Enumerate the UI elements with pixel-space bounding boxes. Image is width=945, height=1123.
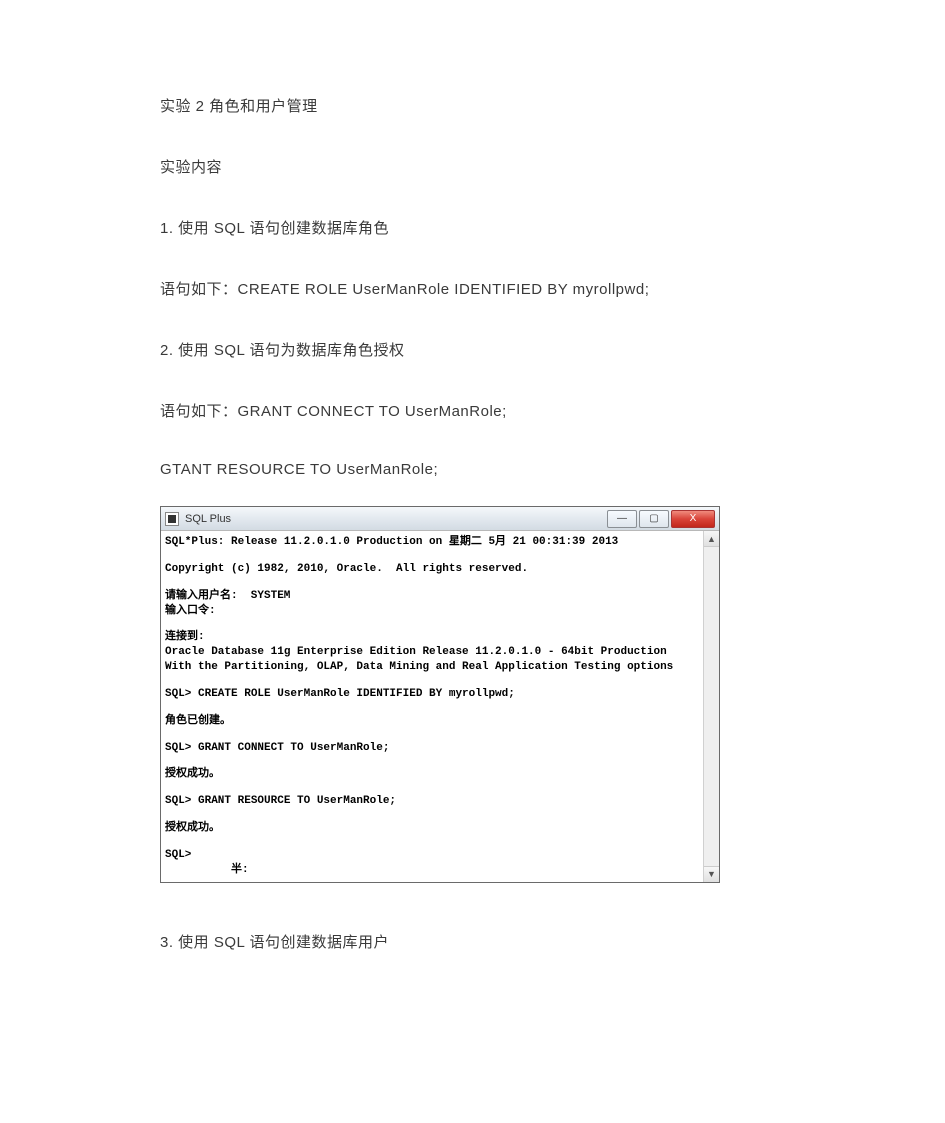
terminal-line: 角色已创建。: [165, 714, 715, 729]
terminal-blank: [165, 550, 715, 562]
terminal-line: 授权成功。: [165, 767, 715, 782]
terminal-blank: [165, 836, 715, 848]
terminal-line: Oracle Database 11g Enterprise Edition R…: [165, 645, 715, 660]
heading-2: 2. 使用 SQL 语句为数据库角色授权: [160, 339, 785, 360]
spacer: [160, 883, 785, 931]
maximize-icon: ▢: [649, 514, 658, 524]
terminal-blank: [165, 618, 715, 630]
maximize-button[interactable]: ▢: [639, 510, 669, 528]
vertical-scrollbar[interactable]: ▲ ▼: [703, 531, 719, 882]
heading-3: 3. 使用 SQL 语句创建数据库用户: [160, 931, 785, 952]
window-title: SQL Plus: [185, 513, 231, 525]
section-heading: 实验内容: [160, 156, 785, 177]
terminal-line: 请输入用户名: SYSTEM: [165, 589, 715, 604]
terminal-line: 连接到:: [165, 630, 715, 645]
terminal-blank: [165, 809, 715, 821]
terminal-blank: [165, 577, 715, 589]
terminal-line: SQL> GRANT RESOURCE TO UserManRole;: [165, 794, 715, 809]
app-icon: [165, 512, 179, 526]
terminal-line: SQL*Plus: Release 11.2.0.1.0 Production …: [165, 535, 715, 550]
terminal-output: SQL*Plus: Release 11.2.0.1.0 Production …: [161, 531, 719, 882]
minimize-icon: —: [617, 514, 627, 524]
terminal-line: With the Partitioning, OLAP, Data Mining…: [165, 660, 715, 675]
terminal-line: 输入口令:: [165, 604, 715, 619]
scroll-down-icon[interactable]: ▼: [704, 866, 719, 882]
minimize-button[interactable]: —: [607, 510, 637, 528]
terminal-line: SQL> GRANT CONNECT TO UserManRole;: [165, 741, 715, 756]
scroll-up-icon[interactable]: ▲: [704, 531, 719, 547]
terminal-blank: [165, 702, 715, 714]
close-button[interactable]: X: [671, 510, 715, 528]
paragraph-3: GTANT RESOURCE TO UserManRole;: [160, 461, 785, 478]
terminal-line: 半:: [165, 863, 715, 878]
heading-1: 1. 使用 SQL 语句创建数据库角色: [160, 217, 785, 238]
terminal-blank: [165, 729, 715, 741]
terminal-line: Copyright (c) 1982, 2010, Oracle. All ri…: [165, 562, 715, 577]
terminal-line: SQL> CREATE ROLE UserManRole IDENTIFIED …: [165, 687, 715, 702]
doc-title: 实验 2 角色和用户管理: [160, 95, 785, 116]
sqlplus-window: SQL Plus — ▢ X SQL*Plus: Release 11.2.0.…: [160, 506, 720, 883]
terminal-blank: [165, 675, 715, 687]
terminal-line: SQL>: [165, 848, 715, 863]
terminal-blank: [165, 755, 715, 767]
terminal-area: SQL*Plus: Release 11.2.0.1.0 Production …: [161, 531, 719, 882]
window-titlebar: SQL Plus — ▢ X: [161, 507, 719, 531]
paragraph-2: 语句如下：GRANT CONNECT TO UserManRole;: [160, 400, 785, 421]
terminal-line: 授权成功。: [165, 821, 715, 836]
paragraph-1: 语句如下：CREATE ROLE UserManRole IDENTIFIED …: [160, 278, 785, 299]
terminal-blank: [165, 782, 715, 794]
close-icon: X: [690, 514, 697, 524]
